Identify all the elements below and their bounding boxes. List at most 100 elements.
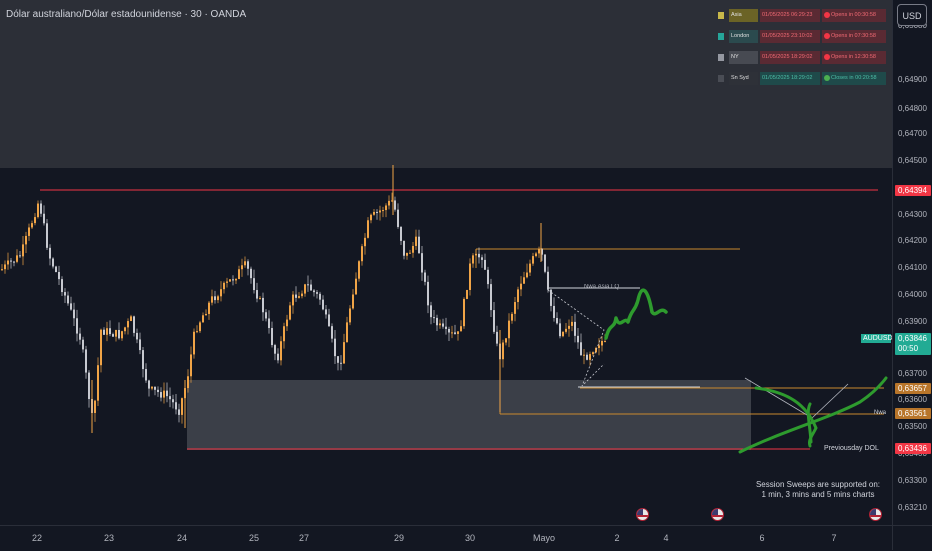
previousday-dol-label: Previousday DOL [824, 445, 879, 452]
candle-body [94, 400, 96, 413]
time-tick-label: 22 [31, 533, 43, 543]
time-tick-label: 29 [393, 533, 405, 543]
candle-body [364, 237, 366, 247]
candle-body [415, 236, 417, 246]
candle-body [13, 261, 15, 263]
demand-zone [187, 380, 751, 450]
price-tick-label: 0,63500 [898, 422, 927, 431]
candle-body [361, 246, 363, 262]
candle-body [406, 252, 408, 256]
status-dot-icon [824, 75, 830, 81]
candle-body [46, 223, 48, 248]
candle-body [313, 290, 315, 293]
session-sweeps-note: Session Sweeps are supported on: 1 min, … [748, 480, 888, 500]
candle-body [232, 279, 234, 281]
candle-body [262, 297, 264, 313]
us-flag-event-icon[interactable] [869, 508, 882, 521]
sweeps-note-line-2: 1 min, 3 mins and 5 mins charts [761, 490, 875, 499]
candle-body [322, 299, 324, 310]
session-name: Asia [729, 9, 758, 22]
currency-button[interactable]: USD [897, 4, 927, 26]
session-time: 01/05/2025 18:29:02 [760, 72, 820, 85]
us-flag-event-icon[interactable] [636, 508, 649, 521]
candle-body [55, 266, 57, 273]
sweeps-note-line-1: Session Sweeps are supported on: [755, 480, 881, 489]
candle-body [49, 247, 51, 259]
candle-body [457, 331, 459, 334]
candle-body [370, 214, 372, 221]
candle-body [160, 392, 162, 398]
candle-body [142, 350, 144, 370]
candle-body [580, 342, 582, 356]
candle-body [517, 289, 519, 303]
candle-body [346, 322, 348, 343]
candle-body [247, 261, 249, 269]
candle-body [385, 205, 387, 211]
candle-body [382, 210, 384, 212]
session-time: 01/05/2025 23:10:02 [760, 30, 820, 43]
time-tick-label: 7 [831, 533, 837, 543]
price-tick-label: 0,64500 [898, 156, 927, 165]
us-flag-event-icon[interactable] [711, 508, 724, 521]
candle-body [523, 277, 525, 284]
candle-body [565, 328, 567, 332]
candle-body [379, 210, 381, 213]
session-color-swatch [718, 54, 724, 61]
candle-body [298, 296, 300, 298]
session-time: 01/05/2025 18:29:02 [760, 51, 820, 64]
price-tick-label: 0,64300 [898, 210, 927, 219]
candle-body [550, 289, 552, 306]
candle-body [577, 335, 579, 343]
candle-body [478, 253, 480, 258]
bar-countdown: 00:50 [898, 344, 919, 353]
candle-body [31, 223, 33, 228]
candle-body [340, 362, 342, 364]
candle-body [469, 263, 471, 290]
price-axis[interactable]: 0,650800,649000,648000,647000,645000,643… [892, 0, 932, 525]
candle-body [211, 296, 213, 303]
chart-area[interactable]: Dólar australiano/Dólar estadounidense ·… [0, 0, 892, 525]
time-axis[interactable]: 22 23 24 25 27 29 30 Mayo 2 4 6 7 [0, 525, 892, 551]
candle-body [133, 316, 135, 333]
candle-body [124, 327, 126, 332]
candle-body [466, 289, 468, 299]
candle-body [127, 321, 129, 328]
candle-body [181, 398, 183, 415]
candle-body [169, 396, 171, 400]
candle-body [442, 323, 444, 327]
candle-body [268, 318, 270, 329]
candle-body [487, 269, 489, 285]
candle-body [151, 386, 153, 389]
candle-body [316, 292, 318, 294]
candle-body [325, 309, 327, 315]
price-tick-label: 0,63700 [898, 369, 927, 378]
candle-body [520, 283, 522, 290]
candle-body [430, 305, 432, 318]
candle-body [271, 328, 273, 346]
candle-body [97, 365, 99, 401]
candle-body [103, 329, 105, 335]
candle-body [289, 305, 291, 320]
candle-body [481, 257, 483, 260]
candle-body [454, 332, 456, 334]
candle-body [235, 279, 237, 281]
candle-body [562, 331, 564, 337]
candle-body [205, 313, 207, 316]
candle-body [214, 296, 216, 301]
price-tick-label: 0,64900 [898, 75, 927, 84]
candle-body [310, 284, 312, 291]
candle-body [358, 261, 360, 279]
candle-body [568, 325, 570, 329]
candle-body [502, 342, 504, 360]
candle-body [79, 333, 81, 340]
candle-body [367, 220, 369, 238]
current-price-badge: 0,63846 00:50 [895, 333, 931, 355]
candle-body [82, 339, 84, 350]
candle-body [409, 252, 411, 254]
candle-body [292, 294, 294, 306]
candle-body [85, 349, 87, 373]
candle-body [157, 389, 159, 393]
candle-body [592, 352, 594, 355]
candle-body [148, 380, 150, 389]
candle-body [388, 200, 390, 206]
